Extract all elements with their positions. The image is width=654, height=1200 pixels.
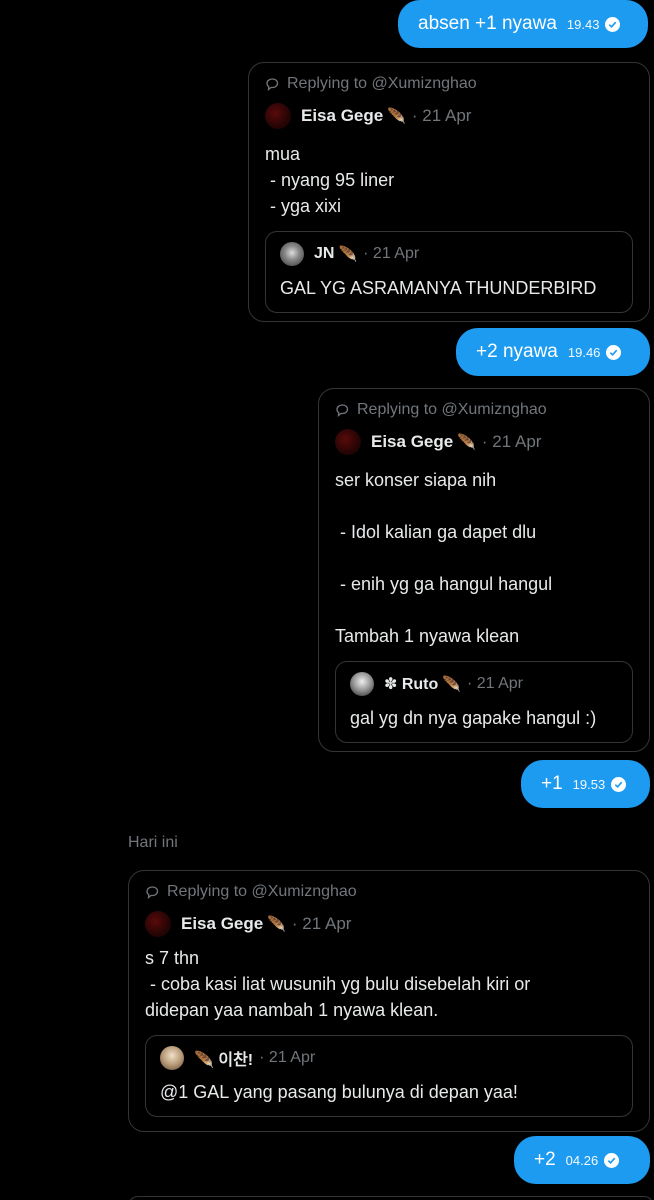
nested-quote[interactable]: 🪶 이찬! · 21 Apr @1 GAL yang pasang buluny… (145, 1035, 633, 1117)
tweet-date: · 21 Apr (291, 914, 352, 933)
avatar[interactable] (265, 103, 291, 129)
message-bubble[interactable]: +2 04.26 (514, 1136, 650, 1184)
message-bubble[interactable]: absen +1 nyawa 19.43 (398, 0, 648, 48)
check-circle-icon (611, 776, 627, 792)
author-name[interactable]: JN (314, 245, 334, 263)
nested-quote[interactable]: ✽ Ruto 🪶 · 21 Apr gal yg dn nya gapake h… (335, 661, 633, 743)
message-time: 19.46 (567, 344, 601, 360)
message-text: +2 (534, 1149, 556, 1170)
tweet-text: @1 GAL yang pasang bulunya di depan yaa! (160, 1082, 518, 1102)
author-name[interactable]: Eisa Gege (371, 432, 453, 452)
avatar[interactable] (280, 242, 304, 266)
reply-icon (146, 886, 159, 899)
message-time: 19.43 (566, 16, 600, 32)
message-text: +1 (541, 773, 563, 794)
author-row: 🪶 이찬! · 21 Apr (160, 1046, 618, 1070)
avatar[interactable] (145, 911, 171, 937)
replying-to: Replying to @Xumiznghao (145, 883, 633, 901)
author-row: Eisa Gege 🪶 · 21 Apr (335, 429, 633, 455)
author-name[interactable]: Eisa Gege (181, 914, 263, 934)
avatar[interactable] (350, 672, 374, 696)
tweet-date: · 21 Apr (466, 675, 523, 692)
message-time: 04.26 (565, 1152, 599, 1168)
tweet-text: ser konser siapa nih - Idol kalian ga da… (335, 470, 553, 646)
replying-to: Replying to @Xumiznghao (335, 401, 633, 419)
replying-label: Replying to @Xumiznghao (287, 75, 477, 92)
quoted-tweet-card[interactable]: Replying to @Xumiznghao Eisa Gege 🪶 · 21… (128, 870, 650, 1132)
tweet-text: s 7 thn - coba kasi liat wusunih yg bulu… (145, 948, 531, 1020)
avatar[interactable] (160, 1046, 184, 1070)
day-separator: Hari ini (128, 834, 178, 851)
message-text: absen +1 nyawa (418, 13, 557, 34)
tweet-date: · 21 Apr (259, 1049, 316, 1066)
tweet-text: mua - nyang 95 liner - yga xixi (265, 144, 395, 216)
reply-icon (266, 78, 279, 91)
check-circle-icon (604, 1152, 620, 1168)
nested-quote[interactable]: JN 🪶 · 21 Apr GAL YG ASRAMANYA THUNDERBI… (265, 231, 633, 313)
replying-label: Replying to @Xumiznghao (357, 401, 547, 418)
author-name[interactable]: Eisa Gege (301, 106, 383, 126)
author-row: ✽ Ruto 🪶 · 21 Apr (350, 672, 618, 696)
author-name[interactable]: 🪶 이찬! (194, 1046, 253, 1070)
tweet-date: · 21 Apr (411, 106, 472, 125)
message-time: 19.53 (572, 776, 606, 792)
replying-label: Replying to @Xumiznghao (167, 883, 357, 900)
message-bubble[interactable]: +2 nyawa 19.46 (456, 328, 650, 376)
dm-conversation: absen +1 nyawa 19.43 Replying to @Xumizn… (0, 0, 654, 1200)
tweet-date: · 21 Apr (363, 245, 420, 262)
check-circle-icon (605, 16, 621, 32)
tweet-text: gal yg dn nya gapake hangul :) (350, 708, 597, 728)
tweet-text: GAL YG ASRAMANYA THUNDERBIRD (280, 278, 597, 298)
feather-icon: 🪶 (457, 434, 476, 451)
avatar[interactable] (335, 429, 361, 455)
feather-icon: 🪶 (442, 676, 461, 693)
replying-to: Replying to @Xumiznghao (265, 75, 633, 93)
quoted-tweet-card[interactable]: Replying to @Xumiznghao Eisa Gege 🪶 · 21… (318, 388, 650, 752)
feather-icon: 🪶 (387, 108, 406, 125)
author-row: Eisa Gege 🪶 · 21 Apr (265, 103, 633, 129)
author-name[interactable]: ✽ Ruto (384, 674, 438, 694)
feather-icon: 🪶 (267, 916, 286, 933)
quoted-tweet-card[interactable]: Replying to @Xumiznghao Eisa Gege 🪶 · 21… (248, 62, 650, 322)
author-row: Eisa Gege 🪶 · 21 Apr (145, 911, 633, 937)
quoted-tweet-card-partial[interactable] (128, 1196, 654, 1200)
check-circle-icon (606, 344, 622, 360)
reply-icon (336, 404, 349, 417)
message-bubble[interactable]: +1 19.53 (521, 760, 650, 808)
tweet-date: · 21 Apr (481, 432, 542, 451)
feather-icon: 🪶 (338, 246, 358, 263)
message-text: +2 nyawa (476, 341, 558, 362)
author-row: JN 🪶 · 21 Apr (280, 242, 618, 266)
